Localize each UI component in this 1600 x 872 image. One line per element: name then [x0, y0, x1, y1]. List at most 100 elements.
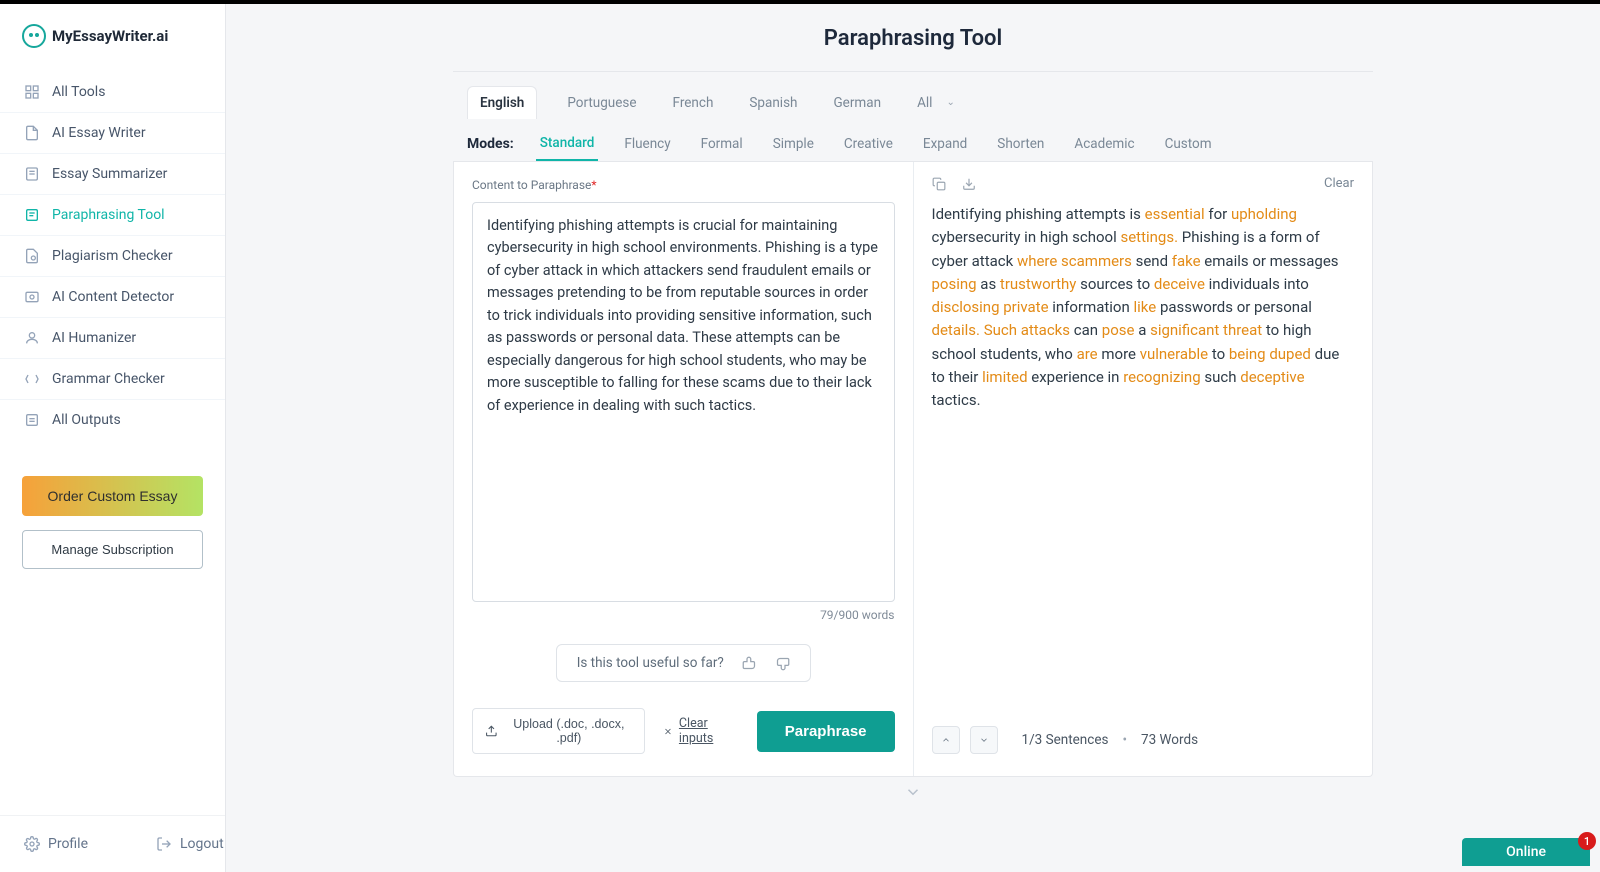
document-icon — [24, 125, 40, 141]
sidebar-item-label: All Outputs — [52, 412, 121, 428]
download-icon[interactable] — [962, 177, 976, 191]
sidebar-item-all-outputs[interactable]: All Outputs — [0, 400, 225, 440]
separator-dot: • — [1122, 732, 1127, 748]
humanizer-icon — [24, 330, 40, 346]
upload-button[interactable]: Upload (.doc, .docx, .pdf) — [472, 708, 645, 754]
sidebar-item-grammar-checker[interactable]: Grammar Checker — [0, 359, 225, 400]
mode-tab-creative[interactable]: Creative — [840, 128, 897, 160]
clear-output-link[interactable]: Clear — [1324, 176, 1354, 191]
sidebar-item-ai-humanizer[interactable]: AI Humanizer — [0, 318, 225, 359]
highlighted-word[interactable]: upholding — [1231, 205, 1297, 223]
output-toolbar: Clear — [932, 176, 1355, 203]
highlighted-word[interactable]: essential — [1145, 205, 1205, 223]
input-footer: Upload (.doc, .docx, .pdf) Clear inputs … — [472, 696, 895, 766]
output-segment: to — [1208, 345, 1229, 363]
profile-link[interactable]: Profile — [24, 836, 88, 852]
language-tab-french[interactable]: French — [667, 89, 720, 117]
highlighted-word[interactable]: recognizing — [1123, 368, 1200, 386]
sidebar-item-label: Essay Summarizer — [52, 166, 167, 182]
highlighted-word[interactable]: settings. — [1120, 228, 1178, 246]
highlighted-word[interactable]: being duped — [1229, 345, 1311, 363]
mode-tabs: Modes: Standard Fluency Formal Simple Creati… — [453, 125, 1373, 162]
chevron-down-icon — [904, 783, 922, 801]
clear-inputs-label: Clear inputs — [679, 716, 739, 746]
logout-link[interactable]: Logout — [156, 836, 224, 852]
highlighted-word[interactable]: significant threat — [1150, 321, 1262, 339]
output-segment: cybersecurity in high school — [932, 228, 1121, 246]
sidebar-item-label: Plagiarism Checker — [52, 248, 173, 264]
output-pane: Clear Identifying phishing attempts is e… — [914, 162, 1373, 776]
highlighted-word[interactable]: posing — [932, 275, 977, 293]
language-tab-english[interactable]: English — [467, 86, 537, 119]
highlighted-word[interactable]: deceptive — [1240, 368, 1304, 386]
plagiarism-icon — [24, 248, 40, 264]
mode-tab-fluency[interactable]: Fluency — [620, 128, 674, 160]
upload-label: Upload (.doc, .docx, .pdf) — [506, 717, 632, 745]
highlighted-word[interactable]: details. Such attacks — [932, 321, 1071, 339]
online-label: Online — [1506, 844, 1546, 860]
language-tab-spanish[interactable]: Spanish — [743, 89, 803, 117]
highlighted-word[interactable]: disclosing private — [932, 298, 1049, 316]
sidebar-item-plagiarism-checker[interactable]: Plagiarism Checker — [0, 236, 225, 277]
chevron-down-icon — [979, 735, 989, 745]
mode-tab-academic[interactable]: Academic — [1070, 128, 1138, 160]
thumbs-up-icon[interactable] — [742, 656, 757, 671]
detector-icon — [24, 289, 40, 305]
mode-tab-standard[interactable]: Standard — [536, 127, 599, 161]
copy-icon[interactable] — [932, 177, 946, 191]
useful-feedback-box: Is this tool useful so far? — [556, 644, 811, 682]
highlighted-word[interactable]: pose — [1102, 321, 1135, 339]
language-tab-all[interactable]: All — [911, 89, 938, 117]
logout-label: Logout — [180, 836, 224, 852]
output-footer: 1/3 Sentences • 73 Words — [932, 714, 1355, 766]
output-segment: more — [1098, 345, 1140, 363]
modes-label: Modes: — [467, 136, 514, 152]
sidebar-item-label: AI Content Detector — [52, 289, 174, 305]
content-textarea[interactable] — [472, 202, 895, 602]
sidebar-item-ai-essay-writer[interactable]: AI Essay Writer — [0, 113, 225, 154]
output-segment: a — [1134, 321, 1150, 339]
highlighted-word[interactable]: trustworthy — [1000, 275, 1076, 293]
mode-tab-expand[interactable]: Expand — [919, 128, 971, 160]
sidebar-item-all-tools[interactable]: All Tools — [0, 72, 225, 113]
sidebar-item-label: AI Essay Writer — [52, 125, 146, 141]
output-segment: Identifying phishing attempts is — [932, 205, 1145, 223]
upload-icon — [485, 724, 498, 738]
output-segment: individuals into — [1205, 275, 1309, 293]
highlighted-word[interactable]: vulnerable — [1140, 345, 1208, 363]
prev-sentence-button[interactable] — [932, 726, 960, 754]
summarize-icon — [24, 166, 40, 182]
sidebar-item-ai-content-detector[interactable]: AI Content Detector — [0, 277, 225, 318]
next-sentence-button[interactable] — [970, 726, 998, 754]
highlighted-word[interactable]: fake — [1172, 252, 1201, 270]
paraphrase-button[interactable]: Paraphrase — [757, 711, 895, 752]
mode-tab-custom[interactable]: Custom — [1161, 128, 1216, 160]
highlighted-word[interactable]: deceive — [1154, 275, 1205, 293]
highlighted-word[interactable]: are — [1077, 345, 1098, 363]
language-tab-german[interactable]: German — [827, 89, 887, 117]
order-custom-essay-button[interactable]: Order Custom Essay — [22, 476, 203, 516]
manage-subscription-button[interactable]: Manage Subscription — [22, 530, 203, 569]
sidebar-footer: Profile Logout — [0, 815, 225, 872]
sidebar-item-essay-summarizer[interactable]: Essay Summarizer — [0, 154, 225, 195]
highlighted-word[interactable]: limited — [982, 368, 1027, 386]
mode-tab-formal[interactable]: Formal — [697, 128, 747, 160]
output-segment: passwords or personal — [1156, 298, 1312, 316]
online-status-badge[interactable]: Online 1 — [1462, 838, 1590, 866]
clear-inputs-link[interactable]: Clear inputs — [663, 716, 739, 746]
thumbs-down-icon[interactable] — [775, 656, 790, 671]
expand-chevron[interactable] — [453, 777, 1373, 812]
sidebar-item-paraphrasing-tool[interactable]: Paraphrasing Tool — [0, 195, 225, 236]
output-segment: experience in — [1028, 368, 1124, 386]
mode-tab-shorten[interactable]: Shorten — [993, 128, 1048, 160]
highlighted-word[interactable]: where scammers — [1017, 252, 1132, 270]
output-word-count: 73 Words — [1141, 732, 1198, 748]
sidebar-item-label: All Tools — [52, 84, 105, 100]
notification-count: 1 — [1578, 832, 1596, 850]
sidebar-item-label: Paraphrasing Tool — [52, 207, 165, 223]
highlighted-word[interactable]: like — [1134, 298, 1157, 316]
mode-tab-simple[interactable]: Simple — [769, 128, 818, 160]
language-tab-portuguese[interactable]: Portuguese — [561, 89, 642, 117]
brand-name: MyEssayWriter.ai — [52, 27, 168, 45]
tool-panel: EnglishPortugueseFrenchSpanishGermanAll⌄… — [453, 80, 1373, 777]
